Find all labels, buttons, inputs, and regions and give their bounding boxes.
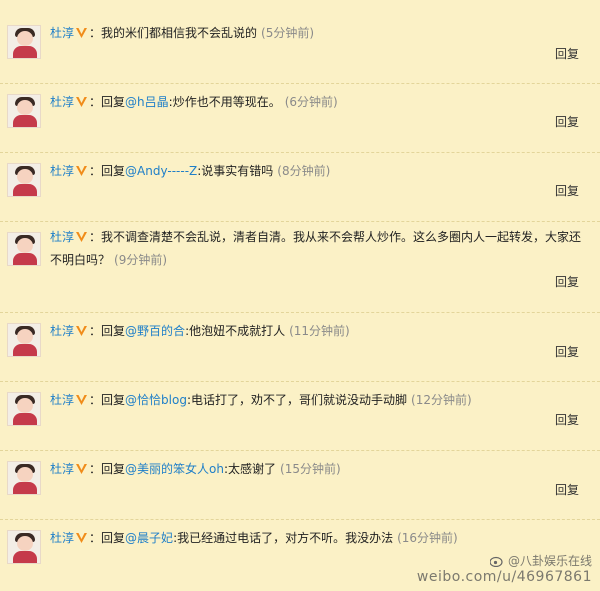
- comment-text: :说事实有错吗: [197, 164, 274, 178]
- comment-text-line: 杜淳 ：回复@美丽的笨女人oh:太感谢了 (15分钟前): [50, 458, 580, 481]
- comment-text: 我的米们都相信我不会乱说的: [101, 26, 258, 40]
- divider: [0, 519, 600, 520]
- avatar[interactable]: [7, 530, 41, 564]
- name-separator: ：: [89, 26, 102, 40]
- comment-text: :电话打了，劝不了，哥们就说没动手动脚: [186, 393, 408, 407]
- name-separator: ：: [89, 95, 102, 109]
- timestamp: (11分钟前): [289, 324, 350, 338]
- username-link[interactable]: 杜淳: [50, 95, 74, 109]
- divider: [0, 152, 600, 153]
- reply-button[interactable]: 回复: [555, 343, 579, 360]
- verified-v-icon: [75, 322, 88, 336]
- reply-prefix: 回复: [101, 531, 126, 545]
- timestamp: (15分钟前): [280, 462, 341, 476]
- verified-v-icon: [75, 460, 88, 474]
- verified-v-icon: [75, 529, 88, 543]
- timestamp: (16分钟前): [397, 531, 458, 545]
- mention-link[interactable]: @美丽的笨女人oh: [125, 462, 224, 476]
- comment-text-line: 杜淳 ：回复@Andy-----Z:说事实有错吗 (8分钟前): [50, 160, 580, 183]
- comment-text-line: 杜淳 ：我不调查清楚不会乱说，清者自清。我从来不会帮人炒作。这么多圈内人一起转发，…: [50, 226, 582, 272]
- name-separator: ：: [89, 531, 102, 545]
- name-separator: ：: [89, 393, 102, 407]
- comment-text-line: 杜淳 ：回复@h吕晶:炒作也不用等现在。 (6分钟前): [50, 91, 580, 114]
- watermark-handle: @八卦娱乐在线: [507, 554, 592, 568]
- divider: [0, 381, 600, 382]
- reply-prefix: 回复: [101, 95, 126, 109]
- username-link[interactable]: 杜淳: [50, 531, 74, 545]
- avatar[interactable]: [7, 163, 41, 197]
- username-link[interactable]: 杜淳: [50, 26, 74, 40]
- username-link[interactable]: 杜淳: [50, 462, 74, 476]
- verified-v-icon: [75, 391, 88, 405]
- reply-button[interactable]: 回复: [555, 113, 579, 130]
- weibo-logo-icon: [489, 555, 504, 568]
- divider: [0, 83, 600, 84]
- reply-button[interactable]: 回复: [555, 273, 579, 290]
- verified-v-icon: [75, 228, 88, 242]
- avatar[interactable]: [7, 232, 41, 266]
- divider: [0, 450, 600, 451]
- verified-v-icon: [75, 93, 88, 107]
- comment-text-line: 杜淳 ：回复@晨子妃:我已经通过电话了，对方不听。我没办法 (16分钟前): [50, 527, 580, 550]
- watermark-url: weibo.com/u/46967861: [416, 569, 592, 585]
- name-separator: ：: [89, 164, 102, 178]
- mention-link[interactable]: @h吕晶: [125, 95, 169, 109]
- mention-link[interactable]: @恰恰blog: [125, 393, 187, 407]
- name-separator: ：: [89, 324, 102, 338]
- mention-link[interactable]: @晨子妃: [125, 531, 173, 545]
- divider: [0, 312, 600, 313]
- timestamp: (6分钟前): [284, 95, 338, 109]
- reply-button[interactable]: 回复: [555, 182, 579, 199]
- reply-button[interactable]: 回复: [555, 411, 579, 428]
- name-separator: ：: [89, 462, 102, 476]
- comment-text: :炒作也不用等现在。: [168, 95, 281, 109]
- comment-text: :他泡妞不成就打人: [185, 324, 286, 338]
- reply-prefix: 回复: [101, 324, 126, 338]
- comment-text: :太感谢了: [224, 462, 277, 476]
- username-link[interactable]: 杜淳: [50, 393, 74, 407]
- verified-v-icon: [75, 24, 88, 38]
- avatar[interactable]: [7, 25, 41, 59]
- timestamp: (8分钟前): [277, 164, 331, 178]
- avatar[interactable]: [7, 392, 41, 426]
- comment-text-line: 杜淳 ：回复@野百的合:他泡妞不成就打人 (11分钟前): [50, 320, 580, 343]
- avatar[interactable]: [7, 461, 41, 495]
- username-link[interactable]: 杜淳: [50, 164, 74, 178]
- timestamp: (12分钟前): [411, 393, 472, 407]
- avatar[interactable]: [7, 323, 41, 357]
- comment-text-line: 杜淳 ：我的米们都相信我不会乱说的 (5分钟前): [50, 22, 580, 45]
- comment-text-line: 杜淳 ：回复@恰恰blog:电话打了，劝不了，哥们就说没动手动脚 (12分钟前): [50, 389, 580, 412]
- username-link[interactable]: 杜淳: [50, 324, 74, 338]
- timestamp: (9分钟前): [114, 253, 168, 267]
- reply-prefix: 回复: [101, 164, 126, 178]
- verified-v-icon: [75, 162, 88, 176]
- timestamp: (5分钟前): [261, 26, 315, 40]
- mention-link[interactable]: @Andy-----Z: [125, 164, 197, 178]
- mention-link[interactable]: @野百的合: [125, 324, 185, 338]
- avatar[interactable]: [7, 94, 41, 128]
- comment-text: :我已经通过电话了，对方不听。我没办法: [173, 531, 394, 545]
- reply-button[interactable]: 回复: [555, 45, 579, 62]
- watermark: @八卦娱乐在线 weibo.com/u/46967861: [417, 553, 592, 585]
- username-link[interactable]: 杜淳: [50, 230, 74, 244]
- name-separator: ：: [89, 230, 102, 244]
- reply-button[interactable]: 回复: [555, 481, 579, 498]
- reply-prefix: 回复: [101, 462, 126, 476]
- divider: [0, 221, 600, 222]
- reply-prefix: 回复: [101, 393, 126, 407]
